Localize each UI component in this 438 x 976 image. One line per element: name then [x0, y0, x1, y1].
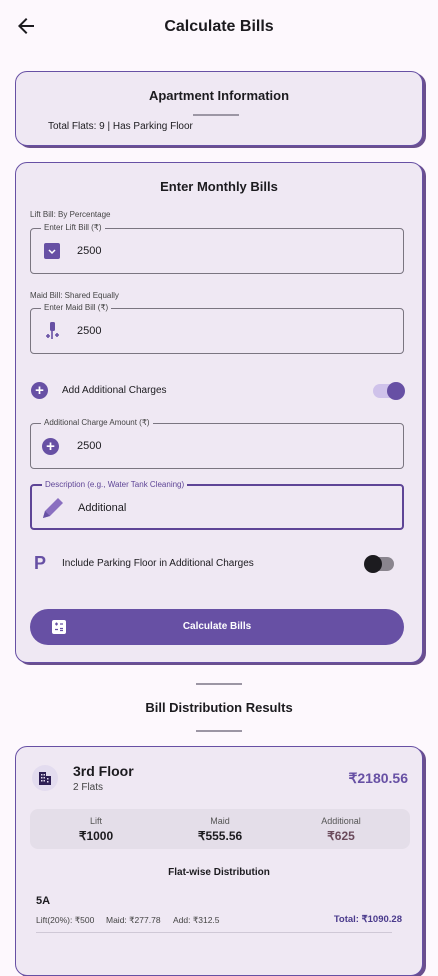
apartment-info-title: Apartment Information: [148, 88, 290, 103]
divider: [36, 932, 392, 933]
results-title: Bill Distribution Results: [145, 700, 293, 715]
lift-bill-field[interactable]: Enter Lift Bill (₹) 2500: [30, 223, 404, 274]
additional-amount-label: Additional Charge Amount (₹): [41, 418, 153, 427]
additional-amount-value: 2500: [77, 440, 102, 452]
divider: [196, 683, 242, 685]
additional-stat-value: ₹625: [327, 829, 355, 843]
maid-bill-label: Enter Maid Bill (₹): [41, 303, 112, 312]
apartment-info-text: Total Flats: 9 | Has Parking Floor: [48, 121, 193, 132]
toggle-knob: [387, 382, 405, 400]
add-circle-icon: +: [42, 438, 59, 455]
flat-add: Add: ₹312.5: [173, 915, 220, 925]
floor-summary-box: Lift ₹1000 Maid ₹555.56 Additional ₹625: [30, 809, 410, 849]
floor-total: ₹2180.56: [348, 770, 408, 786]
add-circle-icon: +: [31, 382, 48, 399]
monthly-bills-card: Enter Monthly Bills Lift Bill: By Percen…: [15, 162, 423, 663]
maid-stat: Maid ₹555.56: [160, 816, 280, 843]
floor-flats: 2 Flats: [73, 782, 104, 793]
lift-stat: Lift ₹1000: [36, 816, 156, 843]
building-icon: [32, 765, 58, 791]
lift-stat-value: ₹1000: [78, 829, 114, 843]
additional-charges-label: Add Additional Charges: [62, 385, 167, 396]
parking-label: Include Parking Floor in Additional Char…: [62, 558, 254, 569]
parking-icon: P: [34, 553, 47, 573]
divider: [196, 730, 242, 732]
additional-charges-toggle[interactable]: [373, 382, 405, 400]
monthly-bills-title: Enter Monthly Bills: [160, 179, 278, 194]
flatwise-title: Flat-wise Distribution: [168, 867, 270, 878]
additional-stat: Additional ₹625: [281, 816, 401, 843]
apartment-info-card: Apartment Information Total Flats: 9 | H…: [15, 71, 423, 146]
maid-bill-field[interactable]: Enter Maid Bill (₹) 2500: [30, 303, 404, 354]
floor-result-card: 3rd Floor 2 Flats ₹2180.56 Lift ₹1000 Ma…: [15, 746, 423, 976]
divider: [193, 114, 239, 116]
parking-toggle[interactable]: [364, 555, 394, 573]
toggle-knob: [364, 555, 382, 573]
lift-bill-label: Enter Lift Bill (₹): [41, 223, 105, 232]
flat-maid: Maid: ₹277.78: [106, 915, 161, 925]
flat-total: Total: ₹1090.28: [333, 914, 402, 925]
additional-amount-field[interactable]: Additional Charge Amount (₹) + 2500: [30, 418, 404, 469]
elevator-icon: [43, 242, 61, 260]
maid-bill-value: 2500: [77, 325, 102, 337]
flat-lift: Lift(20%): ₹500: [36, 915, 95, 925]
lift-bill-value: 2500: [77, 245, 102, 257]
maid-caption: Maid Bill: Shared Equally: [30, 291, 119, 300]
calculate-bills-label: Calculate Bills: [182, 621, 252, 632]
floor-name: 3rd Floor: [73, 763, 134, 779]
cleaning-icon: [43, 322, 61, 340]
additional-stat-label: Additional: [321, 816, 361, 826]
calculate-bills-button[interactable]: Calculate Bills: [30, 609, 404, 645]
maid-stat-label: Maid: [210, 816, 230, 826]
lift-stat-label: Lift: [89, 816, 102, 826]
maid-stat-value: ₹555.56: [197, 829, 243, 843]
description-field[interactable]: Description (e.g., Water Tank Cleaning) …: [30, 480, 404, 530]
pencil-icon: [40, 495, 66, 521]
page-title: Calculate Bills: [164, 18, 274, 35]
app-bar: Calculate Bills: [0, 0, 438, 56]
flat-name: 5A: [36, 895, 51, 907]
description-label: Description (e.g., Water Tank Cleaning): [42, 480, 188, 489]
description-value: Additional: [78, 502, 127, 514]
lift-caption: Lift Bill: By Percentage: [30, 210, 111, 219]
